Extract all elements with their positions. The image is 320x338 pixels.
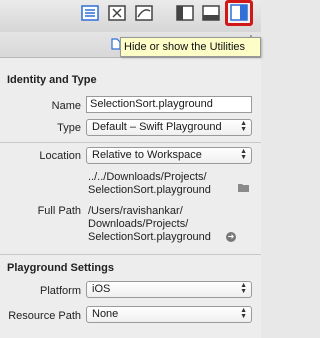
location-label: Location <box>39 150 81 162</box>
type-popup[interactable]: Default – Swift Playground ▲ ▼ <box>86 119 252 136</box>
navigator-toggle-icon[interactable] <box>176 5 194 21</box>
popup-arrows-icon: ▲ ▼ <box>240 148 247 161</box>
utilities-toggle-highlight[interactable] <box>225 0 253 26</box>
toolbar <box>0 0 261 32</box>
name-label: Name <box>51 100 81 112</box>
relative-path-line2: SelectionSort.playground <box>88 184 211 196</box>
platform-popup-value: iOS <box>92 283 111 295</box>
popup-arrows-icon: ▲ ▼ <box>240 307 247 320</box>
resource-path-popup-value: None <box>92 308 119 320</box>
reveal-arrow-icon[interactable]: ➜ <box>226 232 236 242</box>
popup-arrows-icon: ▲ ▼ <box>240 282 247 295</box>
standard-editor-icon[interactable] <box>81 5 99 21</box>
location-popup-value: Relative to Workspace <box>92 149 202 161</box>
type-label: Type <box>57 122 81 134</box>
type-popup-value: Default – Swift Playground <box>92 121 222 133</box>
resource-path-label: Resource Path <box>8 310 81 322</box>
full-path-line1: /Users/ravishankar/ <box>88 205 183 217</box>
version-editor-icon[interactable] <box>135 5 153 21</box>
playground-section-header: Playground Settings <box>7 262 114 274</box>
identity-section-header: Identity and Type <box>7 74 97 86</box>
location-popup[interactable]: Relative to Workspace ▲ ▼ <box>86 147 252 164</box>
platform-label: Platform <box>40 285 81 297</box>
name-field[interactable]: SelectionSort.playground <box>86 96 252 113</box>
divider <box>0 142 261 143</box>
divider <box>0 254 261 255</box>
folder-icon[interactable] <box>238 183 249 195</box>
relative-path-line1: ../../Downloads/Projects/ <box>88 171 207 183</box>
full-path-label: Full Path <box>37 205 81 217</box>
popup-arrows-icon: ▲ ▼ <box>240 120 247 133</box>
resource-path-popup[interactable]: None ▲ ▼ <box>86 306 252 323</box>
debug-area-toggle-icon[interactable] <box>202 5 220 21</box>
platform-popup[interactable]: iOS ▲ ▼ <box>86 281 252 298</box>
full-path-line3: SelectionSort.playground <box>88 231 211 243</box>
file-inspector-panel: Identity and Type Name SelectionSort.pla… <box>0 58 261 338</box>
full-path-line2: Downloads/Projects/ <box>88 218 189 230</box>
tooltip: Hide or show the Utilities <box>120 37 261 57</box>
assistant-editor-icon[interactable] <box>108 5 126 21</box>
